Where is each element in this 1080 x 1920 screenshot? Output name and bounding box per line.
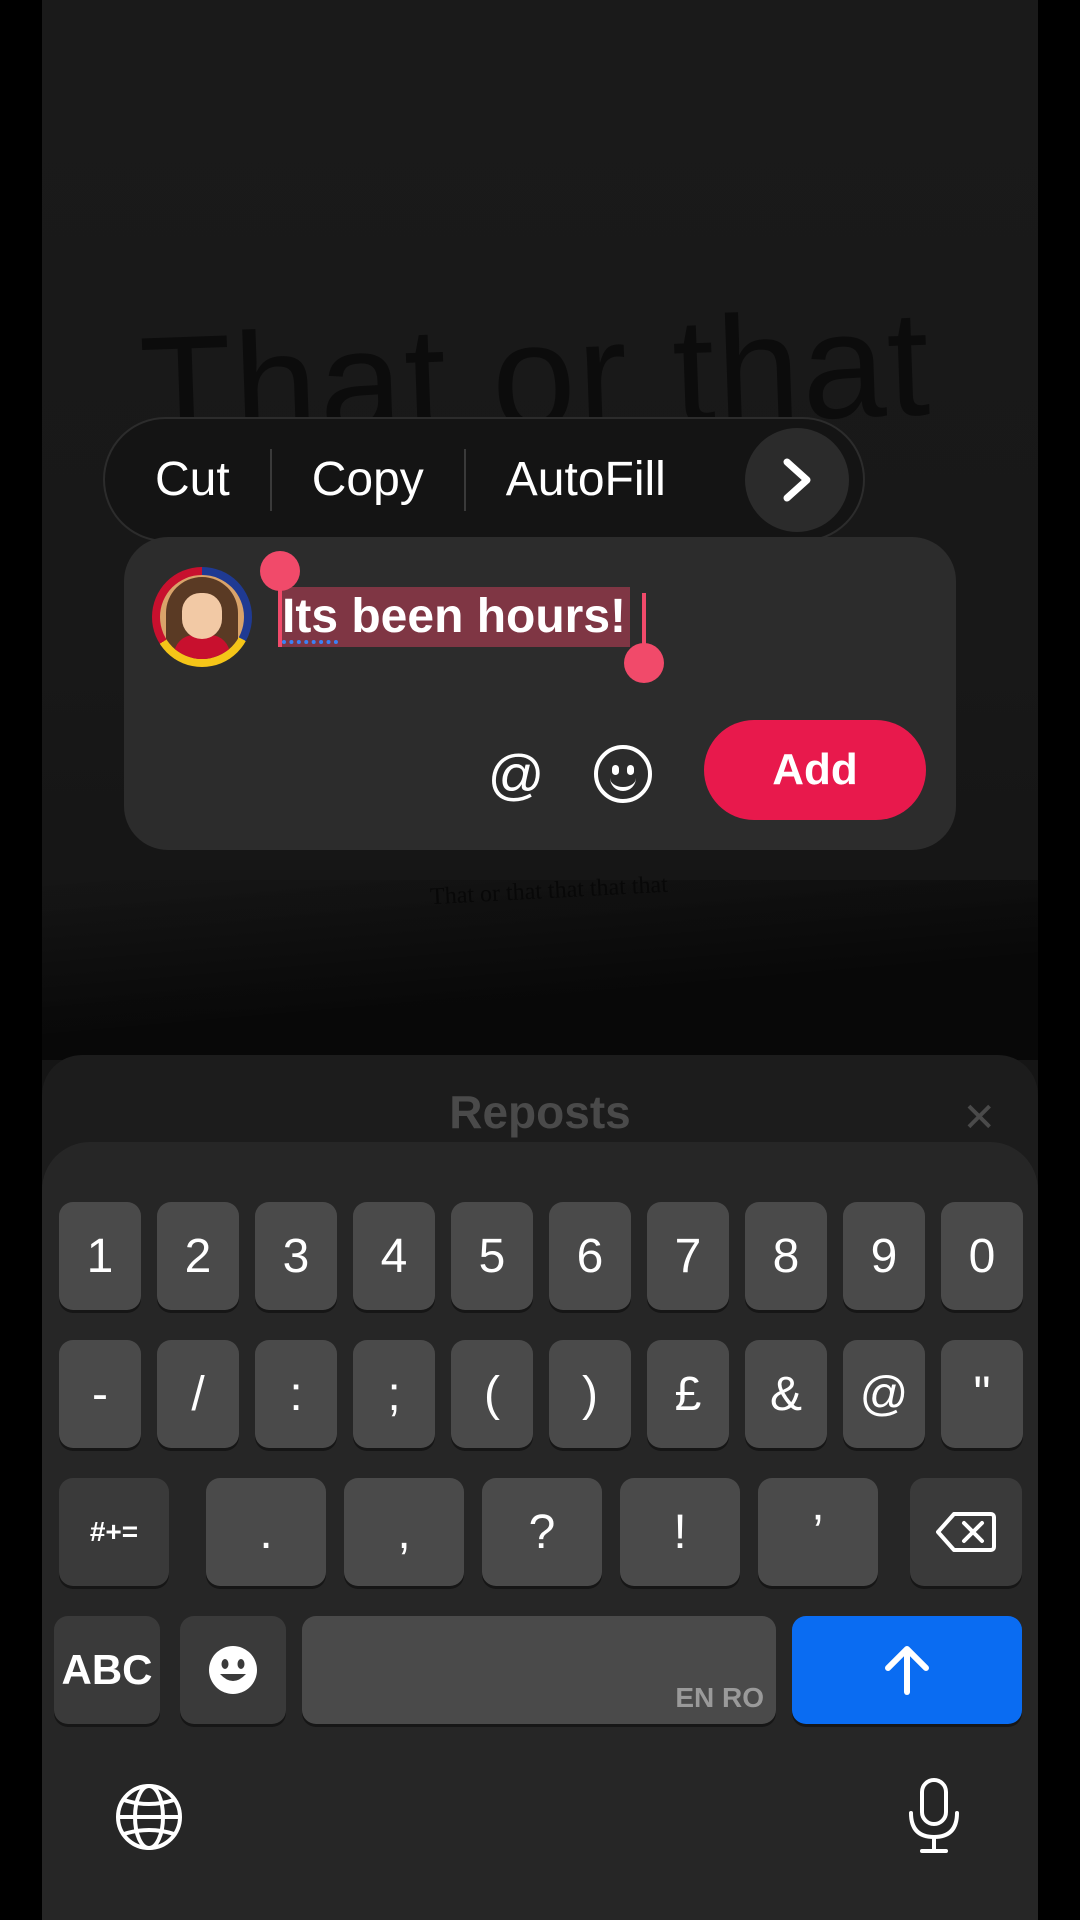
key-symbol[interactable]: & — [745, 1340, 827, 1448]
key-8[interactable]: 8 — [745, 1202, 827, 1310]
symbols-key[interactable]: #+= — [59, 1478, 169, 1586]
autofill-menu-item[interactable]: AutoFill — [466, 445, 706, 515]
text-context-menu: Cut Copy AutoFill — [103, 417, 865, 542]
avatar — [152, 567, 252, 667]
abc-key[interactable]: ABC — [54, 1616, 160, 1724]
key-symbol[interactable]: ( — [451, 1340, 533, 1448]
key-punctuation[interactable]: ? — [482, 1478, 602, 1586]
add-comment-button[interactable]: Add — [704, 720, 926, 820]
key-symbol[interactable]: " — [941, 1340, 1023, 1448]
key-punctuation[interactable]: ! — [620, 1478, 740, 1586]
key-1[interactable]: 1 — [59, 1202, 141, 1310]
key-9[interactable]: 9 — [843, 1202, 925, 1310]
key-symbol[interactable]: / — [157, 1340, 239, 1448]
key-4[interactable]: 4 — [353, 1202, 435, 1310]
smiley-icon[interactable] — [594, 745, 652, 803]
emoji-keyboard-icon[interactable] — [180, 1616, 286, 1724]
key-punctuation[interactable]: . — [206, 1478, 326, 1586]
space-key[interactable]: EN RO — [302, 1616, 776, 1724]
spellcheck-underline — [282, 640, 338, 644]
selection-end-handle[interactable] — [624, 593, 664, 683]
key-7[interactable]: 7 — [647, 1202, 729, 1310]
key-symbol[interactable]: - — [59, 1340, 141, 1448]
key-6[interactable]: 6 — [549, 1202, 631, 1310]
key-symbol[interactable]: @ — [843, 1340, 925, 1448]
backspace-icon[interactable] — [910, 1478, 1022, 1586]
send-key[interactable] — [792, 1616, 1022, 1724]
cut-menu-item[interactable]: Cut — [105, 445, 270, 515]
key-3[interactable]: 3 — [255, 1202, 337, 1310]
space-language-label: EN RO — [675, 1682, 764, 1713]
key-symbol[interactable]: ) — [549, 1340, 631, 1448]
key-punctuation[interactable]: , — [344, 1478, 464, 1586]
chevron-right-icon[interactable] — [745, 427, 849, 532]
key-symbol[interactable]: : — [255, 1340, 337, 1448]
key-symbol[interactable]: £ — [647, 1340, 729, 1448]
comment-text-selected[interactable]: Its been hours! — [278, 587, 631, 647]
arrow-up-icon — [885, 1646, 929, 1695]
background-shade — [42, 880, 1038, 1060]
key-symbol[interactable]: ; — [353, 1340, 435, 1448]
mention-button[interactable]: @ — [484, 743, 548, 807]
sheet-title: Reposts — [449, 1086, 631, 1138]
globe-icon[interactable] — [114, 1782, 184, 1852]
microphone-icon[interactable] — [904, 1777, 964, 1857]
copy-menu-item[interactable]: Copy — [272, 445, 464, 515]
key-2[interactable]: 2 — [157, 1202, 239, 1310]
close-icon[interactable]: ✕ — [962, 1095, 996, 1141]
keyboard: ABC EN RO 1 2 3 4 5 6 7 8 9 0 - /:;() £ & @ " #+=.,?!’ — [42, 1142, 1038, 1920]
selection-start-handle[interactable] — [260, 551, 300, 647]
key-0[interactable]: 0 — [941, 1202, 1023, 1310]
key-5[interactable]: 5 — [451, 1202, 533, 1310]
key-punctuation[interactable]: ’ — [758, 1478, 878, 1586]
comment-input-box[interactable]: Its been hours! @ Add — [124, 537, 956, 850]
